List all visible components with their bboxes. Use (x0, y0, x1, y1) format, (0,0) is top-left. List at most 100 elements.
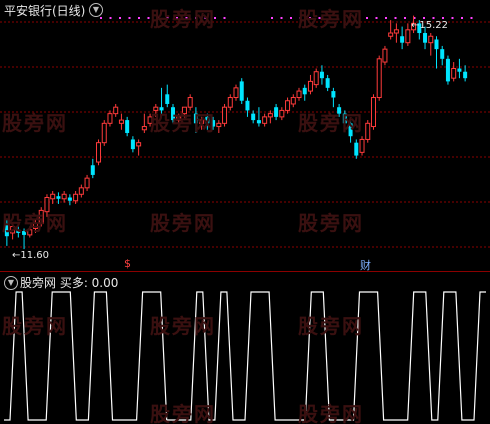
candlestick (245, 97, 250, 117)
candlestick (118, 113, 124, 130)
candle-body (141, 126, 147, 131)
candle-body (319, 71, 324, 79)
watermark: 股旁网 (150, 211, 216, 235)
stock-chart-window: ▼ 平安银行(日线) ←15.22 ←11.60 $ 财 ▼ 股旁网 买多: 0… (0, 0, 490, 424)
candlestick (440, 45, 445, 66)
candlestick (227, 94, 233, 111)
candlestick (434, 36, 439, 69)
candle-body (331, 91, 336, 98)
candle-body (365, 122, 371, 140)
signal-dot (366, 17, 368, 19)
candle-body (285, 100, 291, 111)
chevron-down-icon[interactable]: ▼ (4, 276, 18, 290)
candle-body (428, 35, 434, 44)
candlestick (113, 103, 119, 117)
candlestick (376, 55, 382, 101)
candlestick (354, 139, 359, 159)
candle-body (267, 113, 273, 118)
watermark: 股旁网 (150, 314, 216, 338)
candle-body (405, 29, 411, 44)
candle-body (463, 71, 468, 79)
signal-dot (375, 17, 378, 19)
candle-body (262, 116, 268, 124)
candle-body (251, 113, 256, 121)
candle-body (359, 138, 365, 153)
candle-body (239, 81, 244, 101)
candle-body (227, 97, 233, 108)
candle-body (376, 58, 382, 99)
candle-body (382, 48, 388, 63)
candle-body (370, 97, 376, 128)
signal-dot (119, 17, 121, 19)
candle-body (216, 122, 222, 128)
indicator-chart (4, 291, 486, 421)
price-chart (0, 15, 490, 250)
candlestick (285, 97, 291, 114)
candle-body (325, 78, 330, 88)
candle-body (125, 120, 130, 133)
candle-body (434, 39, 439, 50)
candlestick (101, 120, 107, 146)
candlestick (365, 120, 371, 143)
candle-body (107, 113, 113, 124)
candlestick (233, 84, 239, 101)
candle-body (296, 90, 302, 99)
candle-body (307, 80, 313, 92)
candle-body (313, 71, 319, 86)
candle-body (256, 120, 261, 124)
watermark: 股旁网 (150, 402, 216, 424)
low-price-label: ←11.60 (12, 250, 50, 261)
candlestick (451, 62, 457, 82)
price-panel[interactable]: ▼ 平安银行(日线) ←15.22 ←11.60 $ 财 (0, 0, 490, 272)
candle-body (56, 196, 61, 199)
signal-dot (461, 17, 463, 19)
candlestick (262, 113, 268, 127)
candlestick (136, 139, 142, 156)
candlestick (302, 84, 307, 101)
candlestick (370, 94, 376, 130)
candle-body (113, 106, 119, 115)
candlestick (165, 84, 170, 108)
candlestick (290, 94, 296, 108)
signal-dot (138, 17, 140, 19)
signal-dot (109, 17, 112, 19)
watermark: 股旁网 (298, 314, 364, 338)
signal-dot (128, 17, 131, 19)
candlestick (445, 55, 450, 85)
watermark: 股旁网 (298, 111, 364, 135)
signal-line (4, 291, 486, 421)
indicator-panel[interactable]: ▼ 股旁网 买多: 0.00 (0, 272, 490, 424)
signal-dot (280, 17, 283, 19)
candle-body (165, 94, 170, 104)
candle-body (67, 197, 72, 201)
candle-body (451, 68, 457, 79)
watermark: 股旁网 (298, 7, 364, 31)
signal-dot (223, 17, 226, 19)
signal-dot (442, 17, 444, 19)
candlestick (78, 184, 84, 198)
chevron-down-icon[interactable]: ▼ (89, 3, 103, 17)
candle-body (130, 139, 135, 150)
candle-body (354, 142, 359, 156)
candlestick (130, 136, 135, 153)
signal-dot (385, 17, 387, 19)
candle-body (73, 193, 79, 202)
candle-body (400, 36, 405, 43)
candle-body (233, 87, 239, 99)
candle-body (118, 119, 124, 124)
candle-body (388, 32, 394, 37)
candlestick (96, 139, 102, 166)
candlestick (84, 174, 90, 192)
event-marker-dollar[interactable]: $ (124, 257, 131, 270)
watermark: 股旁网 (150, 7, 216, 31)
candlestick (359, 136, 365, 156)
candle-body (84, 177, 90, 189)
candlestick (279, 107, 285, 121)
signal-dot (423, 17, 425, 19)
candlestick (274, 103, 279, 121)
candle-body (279, 109, 285, 118)
watermark: 股旁网 (2, 314, 68, 338)
signal-dot (451, 17, 454, 19)
candlestick (331, 87, 336, 108)
candlestick (382, 45, 388, 66)
